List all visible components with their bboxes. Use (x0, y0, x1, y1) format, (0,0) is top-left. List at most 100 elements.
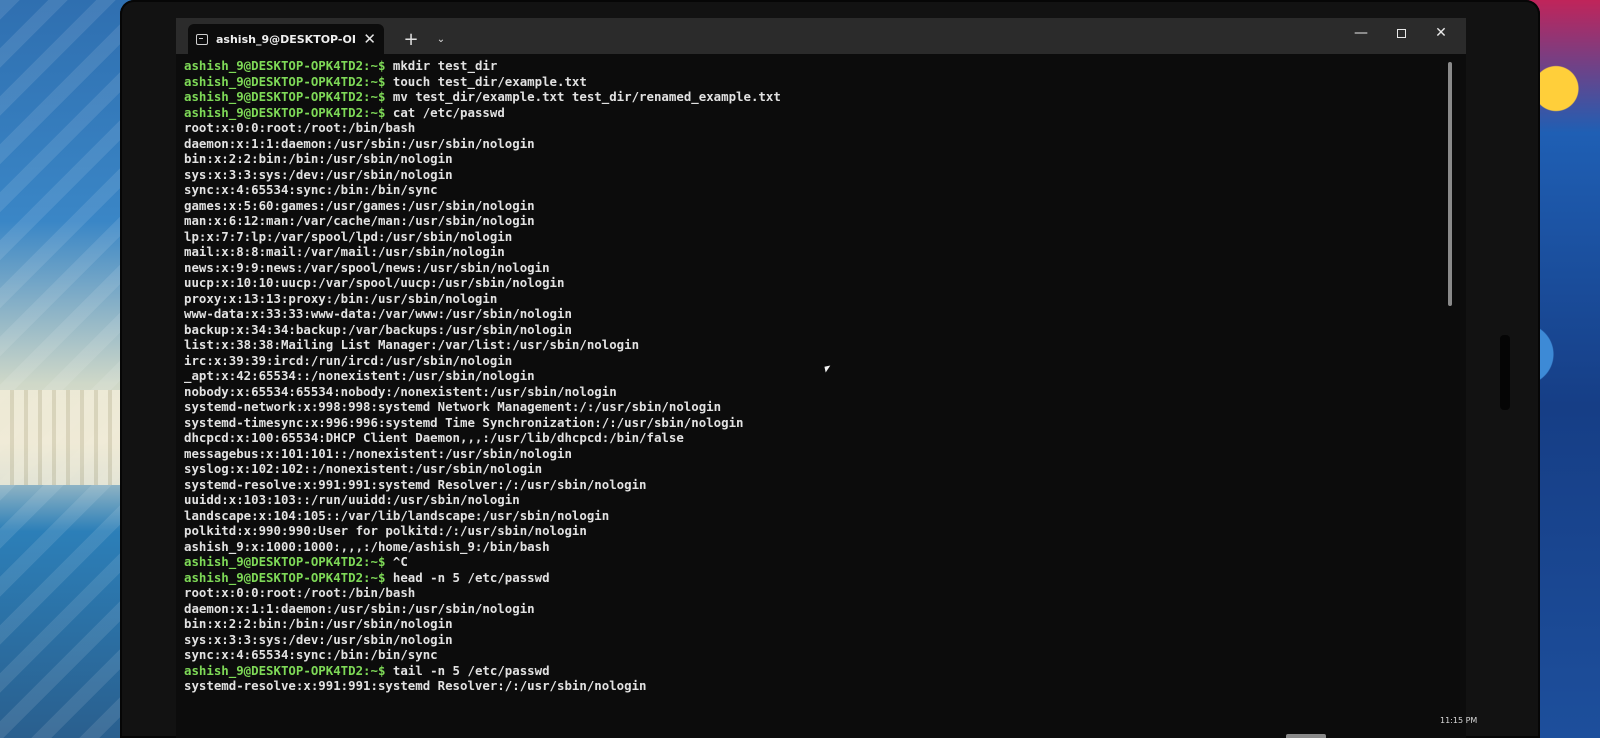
output-text: nobody:x:65534:65534:nobody:/nonexistent… (184, 383, 617, 399)
terminal-line: sync:x:4:65534:sync:/bin:/bin/sync (184, 647, 1454, 663)
terminal-line: sys:x:3:3:sys:/dev:/usr/sbin/nologin (184, 632, 1454, 648)
output-text: root:x:0:0:root:/root:/bin/bash (184, 585, 416, 600)
terminal-line: ashish_9@DESKTOP-OPK4TD2:~$ cat /etc/pas… (184, 105, 1454, 121)
shell-prompt: ashish_9@DESKTOP-OPK4TD2:~$ (184, 73, 386, 89)
terminal-line: bin:x:2:2:bin:/bin:/usr/sbin/nologin (184, 616, 1454, 632)
terminal-line: systemd-timesync:x:996:996:systemd Time … (184, 415, 1454, 431)
output-text: bin:x:2:2:bin:/bin:/usr/sbin/nologin (184, 616, 453, 631)
command-text: ^C (385, 554, 408, 569)
command-text: mv test_dir/example.txt test_dir/renamed… (385, 89, 781, 104)
output-text: dhcpcd:x:100:65534:DHCP Client Daemon,,,… (184, 430, 684, 445)
output-text: uuidd:x:103:103::/run/uuidd:/usr/sbin/no… (184, 492, 520, 507)
terminal-line: systemd-resolve:x:991:991:systemd Resolv… (184, 477, 1454, 493)
terminal-line: nobody:x:65534:65534:nobody:/nonexistent… (184, 384, 1454, 400)
tab-terminal[interactable]: ashish_9@DESKTOP-OPK4TD2: ~ ✕ (188, 24, 384, 54)
output-text: man:x:6:12:man:/var/cache/man:/usr/sbin/… (184, 213, 535, 228)
command-text: touch test_dir/example.txt (385, 73, 587, 89)
terminal-line: polkitd:x:990:990:User for polkitd:/:/us… (184, 523, 1454, 539)
terminal-line: daemon:x:1:1:daemon:/usr/sbin:/usr/sbin/… (184, 601, 1454, 617)
output-text: ashish_9:x:1000:1000:,,,:/home/ashish_9:… (184, 538, 550, 554)
output-text: systemd-resolve:x:991:991:systemd Resolv… (184, 476, 647, 492)
terminal-line: sync:x:4:65534:sync:/bin:/bin/sync (184, 182, 1454, 198)
terminal-line: bin:x:2:2:bin:/bin:/usr/sbin/nologin (184, 151, 1454, 167)
terminal-line: landscape:x:104:105::/var/lib/landscape:… (184, 508, 1454, 524)
command-text: tail -n 5 /etc/passwd (385, 662, 550, 678)
tab-title: ashish_9@DESKTOP-OPK4TD2: ~ (216, 32, 355, 46)
output-text: news:x:9:9:news:/var/spool/news:/usr/sbi… (184, 259, 550, 275)
command-text: mkdir test_dir (385, 58, 498, 73)
terminal-icon (196, 33, 208, 45)
shell-prompt: ashish_9@DESKTOP-OPK4TD2:~$ (184, 58, 386, 73)
output-text: sync:x:4:65534:sync:/bin:/bin/sync (184, 182, 438, 197)
taskbar-item[interactable] (1286, 734, 1326, 738)
command-text: head -n 5 /etc/passwd (385, 569, 550, 585)
output-text: www-data:x:33:33:www-data:/var/www:/usr/… (184, 306, 572, 321)
output-text: systemd-network:x:998:998:systemd Networ… (184, 399, 722, 414)
chevron-down-icon[interactable]: ⌄ (428, 24, 454, 54)
terminal-line: messagebus:x:101:101::/nonexistent:/usr/… (184, 446, 1454, 462)
output-text: root:x:0:0:root:/root:/bin/bash (184, 120, 416, 135)
output-text: list:x:38:38:Mailing List Manager:/var/l… (184, 337, 640, 352)
shell-prompt: ashish_9@DESKTOP-OPK4TD2:~$ (184, 554, 386, 569)
shell-prompt: ashish_9@DESKTOP-OPK4TD2:~$ (184, 662, 386, 678)
maximize-button[interactable] (1384, 18, 1418, 48)
command-text: cat /etc/passwd (385, 104, 505, 120)
window-controls: — ✕ (1344, 18, 1458, 48)
terminal-line: irc:x:39:39:ircd:/run/ircd:/usr/sbin/nol… (184, 353, 1454, 369)
output-text: games:x:5:60:games:/usr/games:/usr/sbin/… (184, 197, 535, 213)
output-text: landscape:x:104:105::/var/lib/landscape:… (184, 507, 610, 523)
tab-strip: ashish_9@DESKTOP-OPK4TD2: ~ ✕ + ⌄ — ✕ (176, 18, 1466, 54)
terminal-line: ashish_9@DESKTOP-OPK4TD2:~$ mv test_dir/… (184, 89, 1454, 105)
shell-prompt: ashish_9@DESKTOP-OPK4TD2:~$ (184, 569, 386, 585)
taskbar-clock: 11:15 PM (1440, 716, 1478, 725)
terminal-line: backup:x:34:34:backup:/var/backups:/usr/… (184, 322, 1454, 338)
output-text: mail:x:8:8:mail:/var/mail:/usr/sbin/nolo… (184, 244, 505, 259)
terminal-line: www-data:x:33:33:www-data:/var/www:/usr/… (184, 306, 1454, 322)
mouse-cursor-icon (824, 365, 832, 373)
output-text: irc:x:39:39:ircd:/run/ircd:/usr/sbin/nol… (184, 352, 513, 368)
terminal-line: uucp:x:10:10:uucp:/var/spool/uucp:/usr/s… (184, 275, 1454, 291)
output-text: polkitd:x:990:990:User for polkitd:/:/us… (184, 523, 587, 538)
output-text: syslog:x:102:102::/nonexistent:/usr/sbin… (184, 461, 543, 476)
terminal-line: mail:x:8:8:mail:/var/mail:/usr/sbin/nolo… (184, 244, 1454, 260)
terminal-line: _apt:x:42:65534::/nonexistent:/usr/sbin/… (184, 368, 1454, 384)
output-text: proxy:x:13:13:proxy:/bin:/usr/sbin/nolog… (184, 290, 498, 306)
terminal-line: systemd-network:x:998:998:systemd Networ… (184, 399, 1454, 415)
terminal-line: ashish_9:x:1000:1000:,,,:/home/ashish_9:… (184, 539, 1454, 555)
terminal-line: ashish_9@DESKTOP-OPK4TD2:~$ touch test_d… (184, 74, 1454, 90)
terminal-line: news:x:9:9:news:/var/spool/news:/usr/sbi… (184, 260, 1454, 276)
terminal-line: syslog:x:102:102::/nonexistent:/usr/sbin… (184, 461, 1454, 477)
terminal-line: ashish_9@DESKTOP-OPK4TD2:~$ mkdir test_d… (184, 58, 1454, 74)
maximize-icon (1396, 28, 1406, 38)
terminal-line: proxy:x:13:13:proxy:/bin:/usr/sbin/nolog… (184, 291, 1454, 307)
output-text: messagebus:x:101:101::/nonexistent:/usr/… (184, 445, 572, 461)
close-button[interactable]: ✕ (1424, 18, 1458, 48)
shell-prompt: ashish_9@DESKTOP-OPK4TD2:~$ (184, 89, 386, 104)
output-text: uucp:x:10:10:uucp:/var/spool/uucp:/usr/s… (184, 275, 565, 290)
output-text: sys:x:3:3:sys:/dev:/usr/sbin/nologin (184, 631, 453, 647)
terminal-line: root:x:0:0:root:/root:/bin/bash (184, 585, 1454, 601)
tab-close-icon[interactable]: ✕ (363, 31, 376, 47)
terminal-line: sys:x:3:3:sys:/dev:/usr/sbin/nologin (184, 167, 1454, 183)
terminal-line: root:x:0:0:root:/root:/bin/bash (184, 120, 1454, 136)
terminal-line: ashish_9@DESKTOP-OPK4TD2:~$ ^C (184, 554, 1454, 570)
terminal-line: games:x:5:60:games:/usr/games:/usr/sbin/… (184, 198, 1454, 214)
output-text: backup:x:34:34:backup:/var/backups:/usr/… (184, 321, 572, 337)
terminal-window: ashish_9@DESKTOP-OPK4TD2: ~ ✕ + ⌄ — ✕ as… (176, 18, 1466, 738)
output-text: bin:x:2:2:bin:/bin:/usr/sbin/nologin (184, 151, 453, 166)
output-text: _apt:x:42:65534::/nonexistent:/usr/sbin/… (184, 368, 535, 383)
terminal-line: daemon:x:1:1:daemon:/usr/sbin:/usr/sbin/… (184, 136, 1454, 152)
new-tab-button[interactable]: + (398, 24, 424, 54)
minimize-button[interactable]: — (1344, 18, 1378, 48)
output-text: sync:x:4:65534:sync:/bin:/bin/sync (184, 647, 438, 662)
terminal-line: lp:x:7:7:lp:/var/spool/lpd:/usr/sbin/nol… (184, 229, 1454, 245)
terminal-line: dhcpcd:x:100:65534:DHCP Client Daemon,,,… (184, 430, 1454, 446)
terminal-line: man:x:6:12:man:/var/cache/man:/usr/sbin/… (184, 213, 1454, 229)
shell-prompt: ashish_9@DESKTOP-OPK4TD2:~$ (184, 104, 386, 120)
terminal-line: uuidd:x:103:103::/run/uuidd:/usr/sbin/no… (184, 492, 1454, 508)
scrollbar[interactable] (1448, 62, 1452, 306)
terminal-line: ashish_9@DESKTOP-OPK4TD2:~$ head -n 5 /e… (184, 570, 1454, 586)
output-text: daemon:x:1:1:daemon:/usr/sbin:/usr/sbin/… (184, 135, 535, 151)
terminal-output[interactable]: ashish_9@DESKTOP-OPK4TD2:~$ mkdir test_d… (184, 58, 1454, 738)
terminal-line: list:x:38:38:Mailing List Manager:/var/l… (184, 337, 1454, 353)
